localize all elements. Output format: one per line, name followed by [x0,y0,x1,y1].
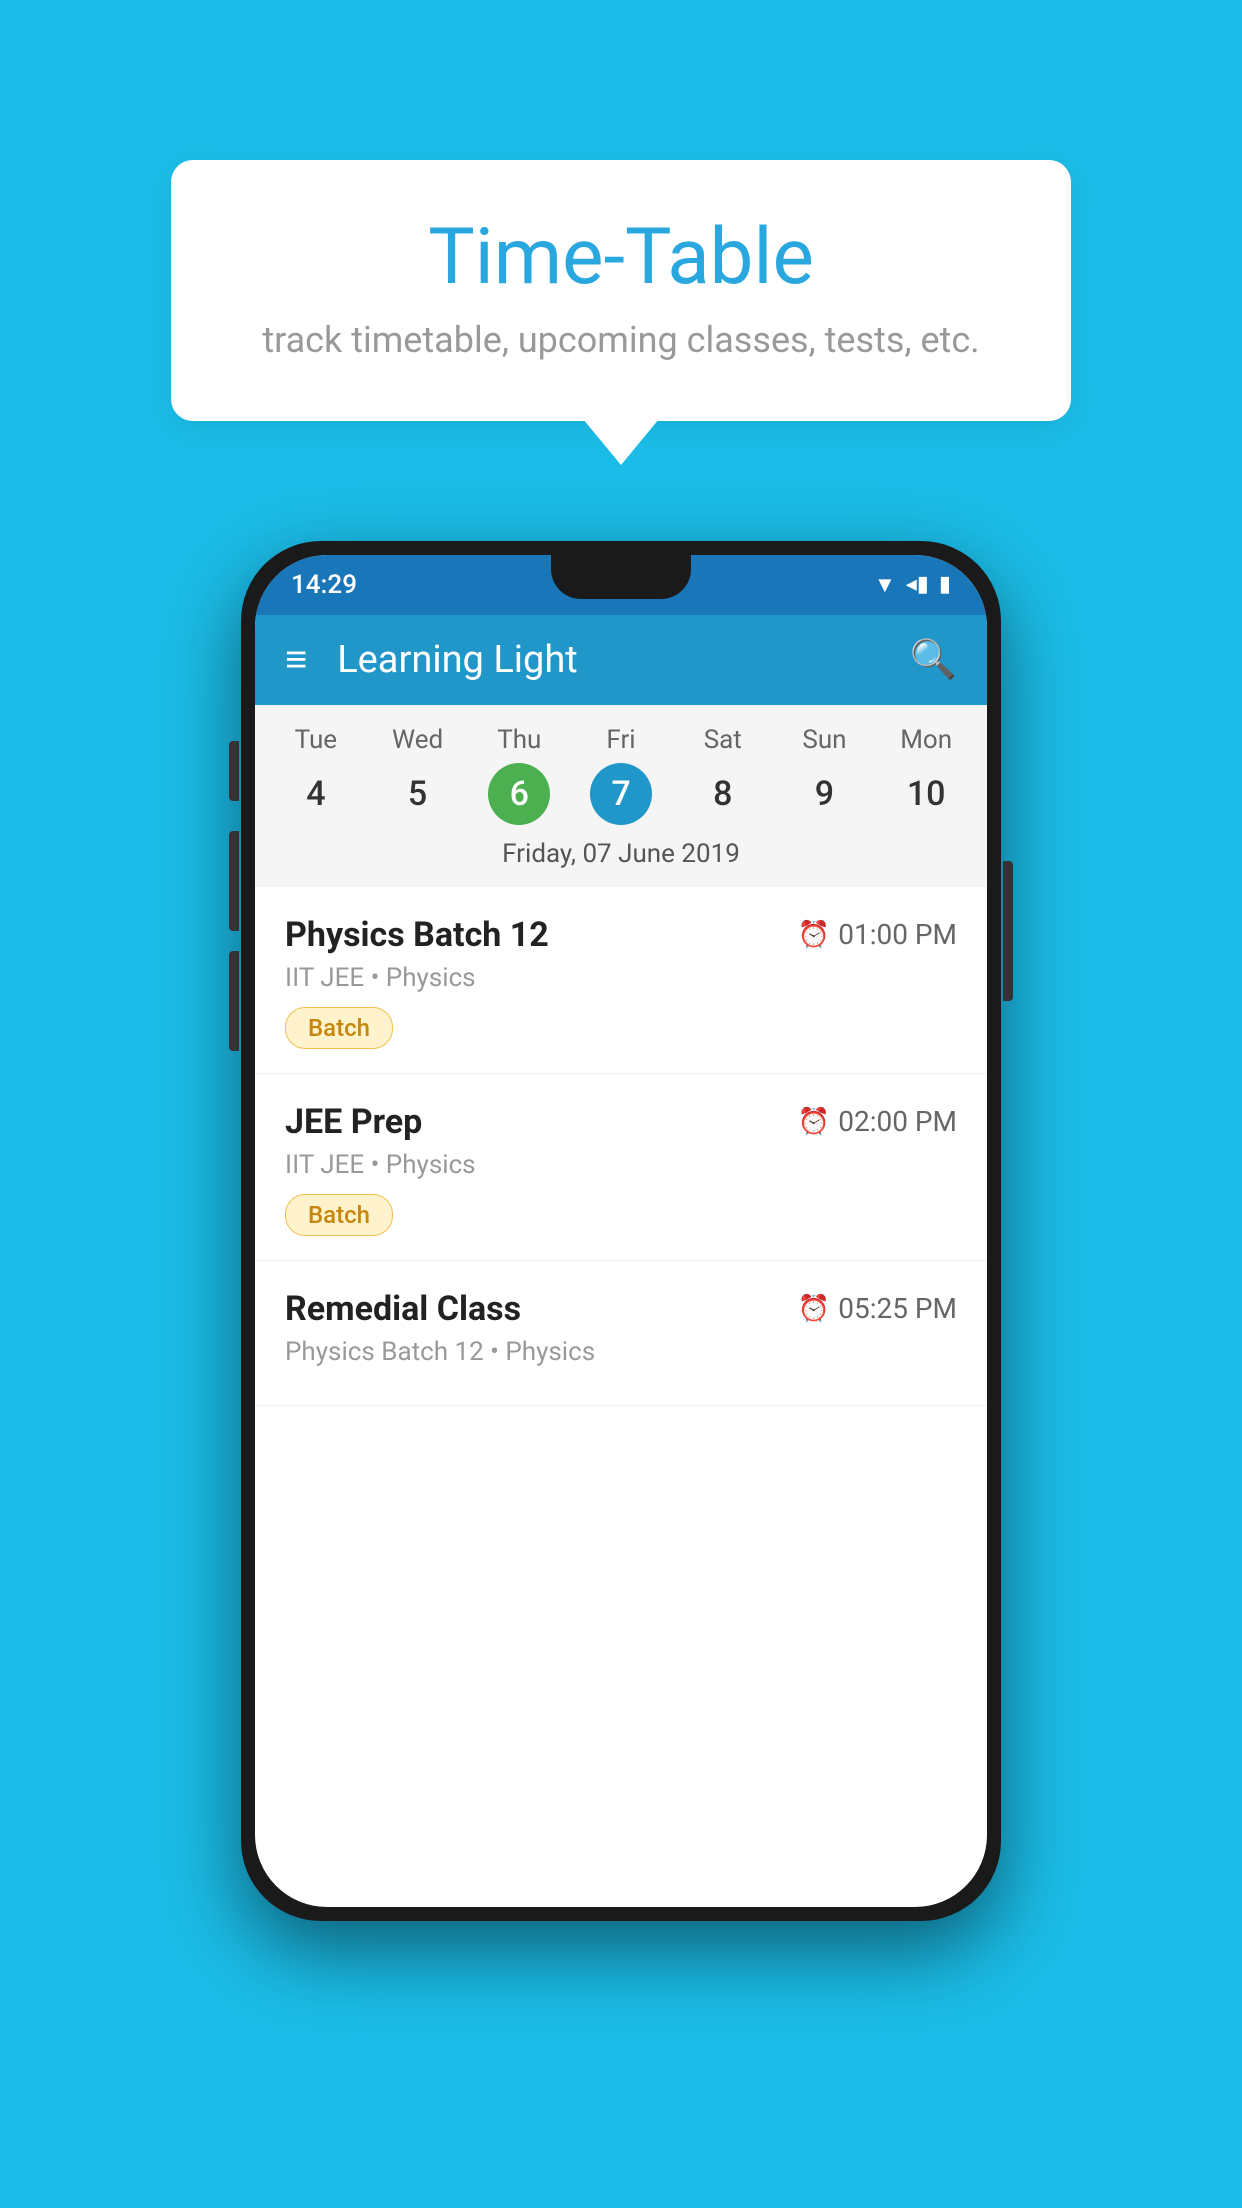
schedule-item-header: JEE Prep ⏰ 02:00 PM [285,1102,957,1142]
day-name: Thu [497,725,541,755]
phone-screen: 14:29 ▼ ◂▮ ▮ ≡ Learning Light 🔍 T [255,555,987,1907]
clock-icon: ⏰ [798,1294,830,1324]
day-number[interactable]: 4 [285,763,347,825]
schedule-item-time: ⏰ 02:00 PM [798,1105,957,1138]
schedule-item-title: JEE Prep [285,1102,422,1142]
day-number[interactable]: 9 [793,763,855,825]
silent-button [229,951,239,1051]
day-number[interactable]: 10 [895,763,957,825]
time-text: 02:00 PM [838,1105,957,1138]
calendar-section: Tue 4 Wed 5 Thu 6 Fri 7 Sat 8 Sun 9 Mon 10 Friday, 07… [255,705,987,887]
day-number[interactable]: 5 [387,763,449,825]
schedule-list: Physics Batch 12 ⏰ 01:00 PM IIT JEE • Physi… [255,887,987,1406]
schedule-item-time: ⏰ 01:00 PM [798,918,957,951]
tooltip-title: Time-Table [251,215,991,301]
calendar-day-9[interactable]: Sun 9 [774,725,876,825]
batch-badge: Batch [285,1194,393,1236]
schedule-item-header: Physics Batch 12 ⏰ 01:00 PM [285,915,957,955]
status-icons: ▼ ◂▮ ▮ [874,572,951,598]
calendar-date-label: Friday, 07 June 2019 [255,825,987,887]
clock-icon: ⏰ [798,920,830,950]
schedule-item-title: Physics Batch 12 [285,915,549,955]
clock-icon: ⏰ [798,1107,830,1137]
schedule-item-subtitle: Physics Batch 12 • Physics [285,1337,957,1367]
notch [551,555,691,599]
phone-mockup: 14:29 ▼ ◂▮ ▮ ≡ Learning Light 🔍 T [241,541,1001,1921]
phone-frame: 14:29 ▼ ◂▮ ▮ ≡ Learning Light 🔍 T [241,541,1001,1921]
schedule-item-title: Remedial Class [285,1289,521,1329]
hamburger-icon[interactable]: ≡ [285,638,307,682]
battery-icon: ▮ [939,572,951,597]
wifi-icon: ▼ [874,572,896,598]
tooltip-card: Time-Table track timetable, upcoming cla… [171,160,1071,421]
status-time: 14:29 [291,570,357,600]
signal-icon: ◂▮ [906,572,929,597]
app-title: Learning Light [337,638,578,682]
schedule-item-1[interactable]: JEE Prep ⏰ 02:00 PM IIT JEE • Physics Batch [255,1074,987,1261]
calendar-day-8[interactable]: Sat 8 [672,725,774,825]
time-text: 01:00 PM [838,918,957,951]
app-bar-left: ≡ Learning Light [285,638,578,682]
schedule-item-subtitle: IIT JEE • Physics [285,963,957,993]
calendar-day-4[interactable]: Tue 4 [265,725,367,825]
search-icon[interactable]: 🔍 [910,638,957,682]
calendar-day-5[interactable]: Wed 5 [367,725,469,825]
day-number[interactable]: 7 [590,763,652,825]
schedule-item-subtitle: IIT JEE • Physics [285,1150,957,1180]
day-name: Sat [704,725,742,755]
volume-up-button [229,741,239,801]
calendar-days-row: Tue 4 Wed 5 Thu 6 Fri 7 Sat 8 Sun 9 Mon 10 [255,705,987,825]
day-number[interactable]: 8 [692,763,754,825]
day-number[interactable]: 6 [488,763,550,825]
calendar-day-7[interactable]: Fri 7 [570,725,672,825]
day-name: Tue [295,725,337,755]
calendar-day-10[interactable]: Mon 10 [875,725,977,825]
batch-badge: Batch [285,1007,393,1049]
schedule-item-2[interactable]: Remedial Class ⏰ 05:25 PM Physics Batch 12 … [255,1261,987,1406]
schedule-item-header: Remedial Class ⏰ 05:25 PM [285,1289,957,1329]
volume-down-button [229,831,239,931]
schedule-item-0[interactable]: Physics Batch 12 ⏰ 01:00 PM IIT JEE • Physi… [255,887,987,1074]
day-name: Sun [802,725,846,755]
schedule-item-time: ⏰ 05:25 PM [798,1292,957,1325]
day-name: Wed [392,725,443,755]
calendar-day-6[interactable]: Thu 6 [468,725,570,825]
app-bar: ≡ Learning Light 🔍 [255,615,987,705]
status-bar: 14:29 ▼ ◂▮ ▮ [255,555,987,615]
power-button [1003,861,1013,1001]
time-text: 05:25 PM [838,1292,957,1325]
tooltip-subtitle: track timetable, upcoming classes, tests… [251,319,991,361]
day-name: Mon [900,725,952,755]
day-name: Fri [606,725,635,755]
